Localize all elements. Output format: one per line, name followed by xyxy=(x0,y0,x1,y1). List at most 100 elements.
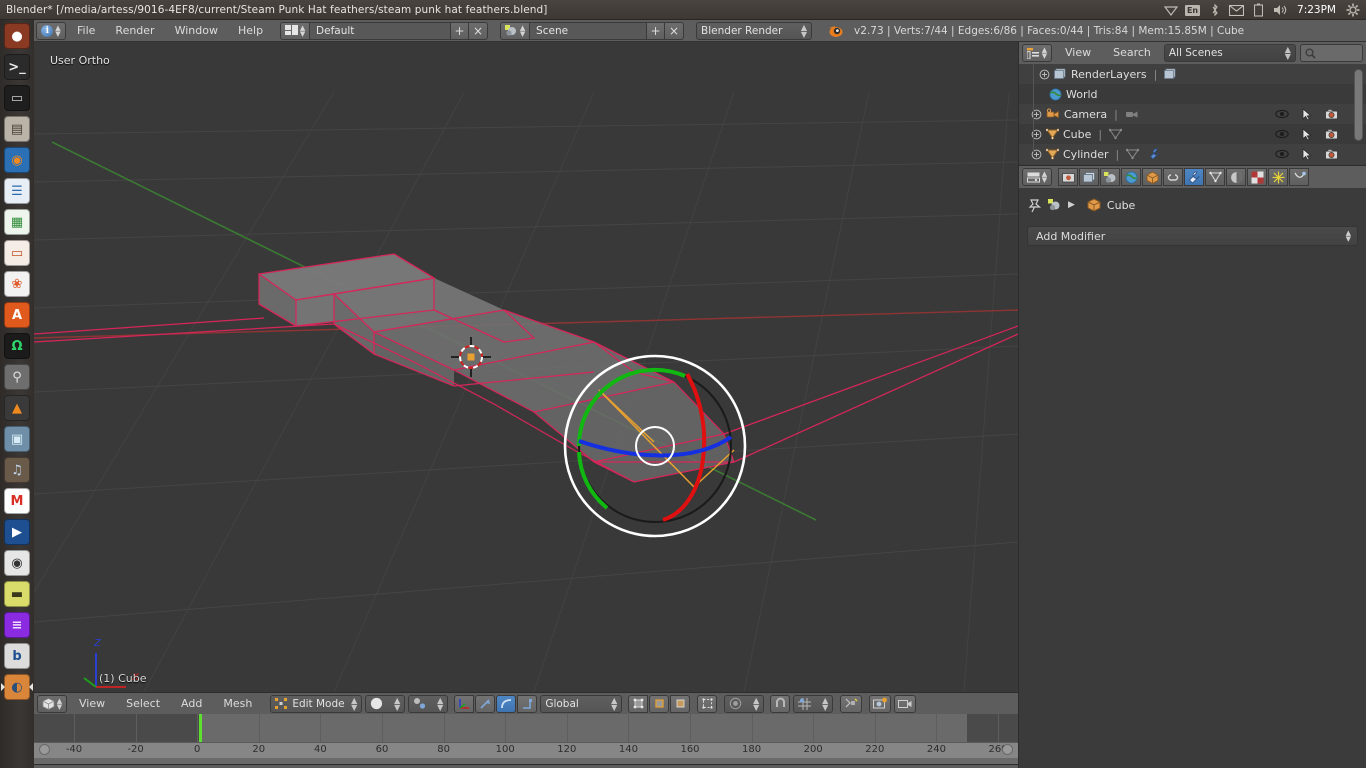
vlc-icon[interactable]: ▲ xyxy=(2,394,32,422)
scene-icon[interactable] xyxy=(1048,199,1062,211)
scale-manipulator-icon[interactable] xyxy=(517,695,537,713)
outliner-row-cylinder[interactable]: Cylinder| xyxy=(1019,144,1366,164)
properties-editor-type-button[interactable]: ▲▼ xyxy=(1022,168,1052,186)
render-animation-icon[interactable] xyxy=(894,695,916,713)
timeline-ruler[interactable]: -40-200204060801001201401601802002202402… xyxy=(34,742,1018,758)
menu-file[interactable]: File xyxy=(68,21,104,41)
audio-mixer-icon[interactable]: ≡ xyxy=(2,611,32,639)
outliner-menu-search[interactable]: Search xyxy=(1104,43,1160,63)
camera-render-icon[interactable] xyxy=(1325,129,1338,140)
rotate-manipulator-icon[interactable] xyxy=(496,695,516,713)
eye-icon[interactable] xyxy=(1275,109,1289,119)
files-icon[interactable]: ▭ xyxy=(2,84,32,112)
timeline-playhead[interactable] xyxy=(199,714,202,742)
add-screen-layout-button[interactable]: + xyxy=(450,22,469,40)
outliner-row-world[interactable]: World xyxy=(1019,84,1366,104)
volume-icon[interactable] xyxy=(1273,3,1288,18)
outliner-scrollbar[interactable] xyxy=(1354,69,1363,141)
add-scene-button[interactable]: + xyxy=(646,22,665,40)
camera-render-icon[interactable] xyxy=(1325,149,1338,160)
media-play-icon[interactable]: ▶ xyxy=(2,518,32,546)
outliner-row-cube[interactable]: Cube| xyxy=(1019,124,1366,144)
snap-target-icon[interactable] xyxy=(840,695,862,713)
mail-icon[interactable] xyxy=(1229,3,1244,18)
scene-tab[interactable] xyxy=(1100,168,1120,186)
outliner-row-camera[interactable]: Camera| xyxy=(1019,104,1366,124)
gear-icon[interactable] xyxy=(1345,3,1360,18)
outliner-display-mode-dropdown[interactable]: All Scenes ▲▼ xyxy=(1164,44,1296,62)
3d-viewport[interactable]: User Ortho Z X (1) Cube xyxy=(34,42,1018,692)
manipulator-toggle-icon[interactable] xyxy=(454,695,474,713)
clock[interactable]: 7:23PM xyxy=(1297,4,1336,16)
headphones-icon[interactable]: Ω xyxy=(2,332,32,360)
camera-data-icon[interactable] xyxy=(1125,108,1139,120)
mesh-data-icon[interactable] xyxy=(1126,148,1139,160)
usb-drive-icon[interactable]: ⚲ xyxy=(2,363,32,391)
object-data-tab[interactable] xyxy=(1205,168,1225,186)
pivot-point-dropdown[interactable]: ▲▼ xyxy=(408,695,448,713)
texture-tab[interactable] xyxy=(1247,168,1267,186)
archive-manager-icon[interactable]: ▤ xyxy=(2,115,32,143)
firefox-icon[interactable]: ◉ xyxy=(2,146,32,174)
screen-layout-icon[interactable]: ▲▼ xyxy=(280,22,310,40)
physics-tab[interactable] xyxy=(1289,168,1309,186)
view3d-menu-view[interactable]: View xyxy=(70,694,114,714)
edge-select-icon[interactable] xyxy=(649,695,669,713)
view3d-menu-mesh[interactable]: Mesh xyxy=(214,694,261,714)
keyboard-layout-icon[interactable]: En xyxy=(1185,3,1200,18)
mesh-data-icon[interactable] xyxy=(1109,128,1122,140)
wifi-icon[interactable] xyxy=(1163,3,1178,18)
pin-icon[interactable] xyxy=(1027,198,1042,213)
translate-manipulator-icon[interactable] xyxy=(475,695,495,713)
particles-tab[interactable] xyxy=(1268,168,1288,186)
screen-layout-field[interactable]: Default xyxy=(310,22,450,40)
vertex-select-icon[interactable] xyxy=(628,695,648,713)
timeline-scroll-left-handle[interactable] xyxy=(39,744,50,755)
render-tab[interactable] xyxy=(1058,168,1078,186)
outliner-row-renderlayers[interactable]: RenderLayers| xyxy=(1019,64,1366,84)
delete-screen-layout-button[interactable]: × xyxy=(469,22,488,40)
libreoffice-impress-icon[interactable]: ▭ xyxy=(2,239,32,267)
libreoffice-calc-icon[interactable]: ▦ xyxy=(2,208,32,236)
camera-render-icon[interactable] xyxy=(1325,109,1338,120)
bluetooth-icon[interactable] xyxy=(1207,3,1222,18)
color-wheel-icon[interactable]: ❀ xyxy=(2,270,32,298)
video-player-icon[interactable]: ▣ xyxy=(2,425,32,453)
snap-element-dropdown[interactable]: ▲▼ xyxy=(793,695,833,713)
material-tab[interactable] xyxy=(1226,168,1246,186)
render-engine-dropdown[interactable]: Blender Render ▲▼ xyxy=(696,22,812,40)
game-icon[interactable]: ▬ xyxy=(2,580,32,608)
timeline-scroll-right-handle[interactable] xyxy=(1002,744,1013,755)
render-layers-tab[interactable] xyxy=(1079,168,1099,186)
view3d-editor-type-button[interactable]: ▲▼ xyxy=(37,695,67,713)
cursor-arrow-icon[interactable] xyxy=(1302,108,1312,121)
eye-icon[interactable] xyxy=(1275,129,1289,139)
outliner-editor-type-button[interactable]: ▲▼ xyxy=(1022,44,1052,62)
menu-window[interactable]: Window xyxy=(166,21,227,41)
battery-icon[interactable] xyxy=(1251,3,1266,18)
timeline-track[interactable]: -40-200204060801001201401601802002202402… xyxy=(34,714,1018,764)
snap-magnet-icon[interactable] xyxy=(770,695,790,713)
interaction-mode-dropdown[interactable]: Edit Mode ▲▼ xyxy=(270,695,362,713)
blender-app-icon[interactable]: ◐ xyxy=(2,673,32,701)
transform-orientation-dropdown[interactable]: Global ▲▼ xyxy=(540,695,622,713)
world-tab[interactable] xyxy=(1121,168,1141,186)
scene-field[interactable]: Scene xyxy=(530,22,646,40)
blender-logo-icon[interactable]: b xyxy=(2,642,32,670)
webcam-icon[interactable]: ◉ xyxy=(2,549,32,577)
add-modifier-dropdown[interactable]: Add Modifier ▲▼ xyxy=(1027,226,1358,246)
view3d-menu-add[interactable]: Add xyxy=(172,694,211,714)
render-image-icon[interactable] xyxy=(869,695,891,713)
proportional-edit-dropdown[interactable]: ▲▼ xyxy=(724,695,764,713)
scene-icon[interactable]: ▲▼ xyxy=(500,22,530,40)
viewport-shading-dropdown[interactable]: ▲▼ xyxy=(365,695,405,713)
music-player-icon[interactable]: ♫ xyxy=(2,456,32,484)
face-select-icon[interactable] xyxy=(670,695,690,713)
expand-toggle-icon[interactable] xyxy=(1039,69,1050,80)
renderlayer-data-icon[interactable] xyxy=(1164,68,1177,80)
ardour-icon[interactable]: A xyxy=(2,301,32,329)
terminal-icon[interactable]: >_ xyxy=(2,53,32,81)
cursor-arrow-icon[interactable] xyxy=(1302,148,1312,161)
constraints-tab[interactable] xyxy=(1163,168,1183,186)
gmail-icon[interactable]: M xyxy=(2,487,32,515)
